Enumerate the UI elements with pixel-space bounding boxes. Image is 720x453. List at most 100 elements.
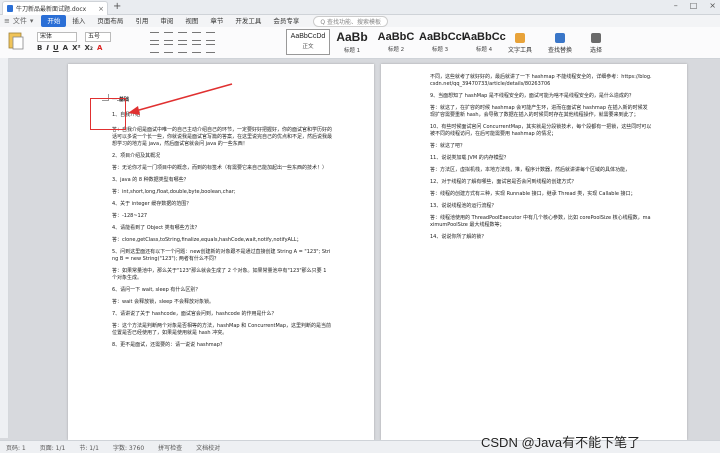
style-normal[interactable]: AaBbCcDd 正文: [286, 29, 330, 55]
justify-icon[interactable]: [192, 44, 201, 53]
maximize-icon[interactable]: □: [690, 1, 698, 10]
text-tools-label: 文字工具: [508, 47, 533, 54]
spell-check-toggle[interactable]: 拼写检查: [158, 443, 182, 452]
window-close-icon[interactable]: ×: [709, 1, 716, 10]
menu-references[interactable]: 引用: [129, 15, 154, 27]
menu-page-layout[interactable]: 页面布局: [91, 15, 129, 27]
select-button[interactable]: 选择: [590, 33, 602, 54]
document-tab[interactable]: 牛刀新品最新面试题.docx ×: [2, 1, 108, 15]
find-replace-label: 查找替换: [548, 47, 573, 54]
answer: 答：如果常量池中，那么关于"123"那么就会生成了 2 个对象。如果常量池中有"…: [112, 268, 327, 281]
hamburger-icon[interactable]: ≡: [4, 17, 10, 25]
section-heading: 一.基础: [112, 97, 129, 103]
chevron-down-icon[interactable]: ▾: [30, 17, 34, 25]
answer: 答：线程的创建方式有三种，实现 Runnable 接口，继承 Thread 类，…: [430, 191, 636, 197]
status-page-number: 页码: 1: [6, 444, 26, 452]
style-sample: AaBb: [336, 30, 368, 44]
menu-member[interactable]: 会员专享: [267, 15, 305, 27]
style-heading-4[interactable]: AaBbCc 标题 4: [462, 29, 506, 55]
style-label: 标题 4: [475, 47, 493, 53]
file-menu-group[interactable]: ≡ 文件 ▾: [4, 16, 33, 26]
page-2-content: 不同，这些就考了就好好的，最后就讲了一下 hashmap 不能线程安全的，详细参…: [430, 74, 652, 246]
question: 5、问到这里面还有以下一个问题：new创建新的对象跟不是通过直接创建 Strin…: [112, 249, 331, 262]
format-buttons: B I U A X² X₂ A: [37, 44, 102, 52]
subscript-button[interactable]: X₂: [85, 44, 93, 52]
answer: 答：自我介绍是面试中唯一的自己主动介绍自己的环节，一定要好好把握好，你的面试官和…: [112, 127, 333, 147]
paste-icon[interactable]: [6, 30, 26, 52]
answer: 答：方法区，虚拟机栈，本地方法栈，堆，程序计数器，然后就讲讲每个区域的具体功能，: [430, 167, 631, 173]
file-menu[interactable]: 文件: [13, 16, 27, 26]
answer: 答：无论你才是一门项目中的概念，而到的标签术（有需要它来自己能加起出一些东西的技…: [112, 165, 328, 171]
answer: 答：clone,getClass,toString,finalize,equal…: [112, 237, 302, 243]
answer: 答：int,short,long,float,double,byte,boole…: [112, 189, 236, 195]
font-family-select[interactable]: 宋体: [37, 32, 77, 42]
page-1-content: 一.基础 1、自我介绍 答：自我介绍是面试中唯一的自己主动介绍自己的环节，一定要…: [112, 97, 332, 354]
menu-insert[interactable]: 插入: [66, 15, 91, 27]
question: 9、当面想知了 hashMap 是不线程安全的，面试可能为啥不是线程安全的，是什…: [430, 93, 634, 99]
strikethrough-button[interactable]: A: [63, 44, 68, 52]
answer: 答：这个方法是判断两个对象是否相等的方法，hashMap 和 Concurren…: [112, 323, 332, 336]
find-replace-button[interactable]: 查找替换: [548, 33, 572, 54]
style-gallery: AaBbCcDd 正文 AaBb 标题 1 AaBbC 标题 2 AaBbCcI…: [286, 29, 506, 55]
font-size-select[interactable]: 五号: [85, 32, 111, 42]
bullet-list-icon[interactable]: [150, 32, 159, 41]
answer: 答：线程池使用的 ThreadPoolExecutor 中有几个核心参数，比如 …: [430, 215, 651, 228]
minimize-icon[interactable]: –: [674, 1, 678, 10]
window-controls: – □ ×: [674, 1, 716, 10]
search-icon: [555, 33, 565, 43]
style-sample: AaBbC: [377, 31, 415, 43]
numbered-list-icon[interactable]: [164, 32, 173, 41]
font-color-button[interactable]: A: [97, 44, 102, 52]
question: 11、说说类加载 JVM 的内存模型？: [430, 155, 509, 161]
menu-view[interactable]: 视图: [179, 15, 204, 27]
style-label: 标题 1: [343, 48, 361, 54]
underline-button[interactable]: U: [53, 44, 59, 52]
menu-developer[interactable]: 开发工具: [229, 15, 267, 27]
align-center-icon[interactable]: [164, 44, 173, 53]
style-label: 正文: [302, 44, 314, 50]
answer: 答：-128~127: [112, 213, 148, 219]
proofread-toggle[interactable]: 文档校对: [196, 443, 220, 452]
document-tab-title: 牛刀新品最新面试题.docx: [16, 6, 87, 13]
close-tab-icon[interactable]: ×: [98, 5, 104, 13]
style-sample: AaBbCcDd: [290, 33, 326, 40]
answer: 答：wait 会释放锁，sleep 不会释放对象锁。: [112, 299, 215, 305]
text-tools-button[interactable]: 文字工具: [508, 33, 532, 54]
list-buttons: [150, 32, 215, 41]
style-heading-3[interactable]: AaBbCcI 标题 3: [418, 29, 465, 55]
bold-button[interactable]: B: [37, 44, 42, 52]
cursor-icon: [591, 33, 601, 43]
menu-review[interactable]: 审阅: [154, 15, 179, 27]
sort-icon[interactable]: [206, 32, 215, 41]
style-sample: AaBbCcI: [419, 31, 465, 43]
menu-sections[interactable]: 章节: [204, 15, 229, 27]
superscript-button[interactable]: X²: [72, 44, 80, 52]
annotation-highlight-box: [90, 98, 126, 130]
vertical-ruler: [0, 58, 9, 438]
italic-button[interactable]: I: [46, 44, 49, 52]
status-word-count[interactable]: 字数: 3760: [113, 443, 144, 452]
new-tab-button[interactable]: +: [113, 1, 121, 13]
menu-bar: ≡ 文件 ▾ 开始 插入 页面布局 引用 审阅 视图 章节 开发工具 会员专享 …: [0, 15, 720, 27]
text-tools-icon: [515, 33, 525, 43]
indent-increase-icon[interactable]: [192, 32, 201, 41]
indent-decrease-icon[interactable]: [178, 32, 187, 41]
csdn-watermark: CSDN @Java有不能下笔了: [481, 435, 641, 450]
status-section: 节: 1/1: [79, 444, 99, 452]
align-buttons: [150, 44, 215, 53]
align-right-icon[interactable]: [178, 44, 187, 53]
menu-home[interactable]: 开始: [41, 15, 67, 27]
align-left-icon[interactable]: [150, 44, 159, 53]
word-doc-icon: [7, 5, 13, 12]
question: 8、更不是面试，还需要的：请一说说 hashmap？: [112, 342, 225, 348]
style-heading-1[interactable]: AaBb 标题 1: [330, 29, 374, 55]
style-heading-2[interactable]: AaBbC 标题 2: [374, 29, 418, 55]
question: 12、对于线程的了解有哪些，面试官是否会问到线程的创建方式？: [430, 179, 577, 185]
command-search-input[interactable]: Q 查找功能、搜索模板: [313, 15, 389, 27]
question: 7、请讲说了关于 hashcode，面试官会问到，hashcode 的作用是什么…: [112, 311, 277, 317]
question: 4、请能看到了 Object 类有哪些方法？: [112, 225, 200, 231]
line-spacing-icon[interactable]: [206, 44, 215, 53]
document-page-2[interactable]: 不同，这些就考了就好好的，最后就讲了一下 hashmap 不能线程安全的，详细参…: [381, 64, 687, 440]
question: 3、java 的 8 种数据类型有哪些？: [112, 177, 189, 183]
answer: 答：就这了，在扩容的时候 hashmap 会可能产生环，进而在面试官 hashm…: [430, 105, 648, 118]
